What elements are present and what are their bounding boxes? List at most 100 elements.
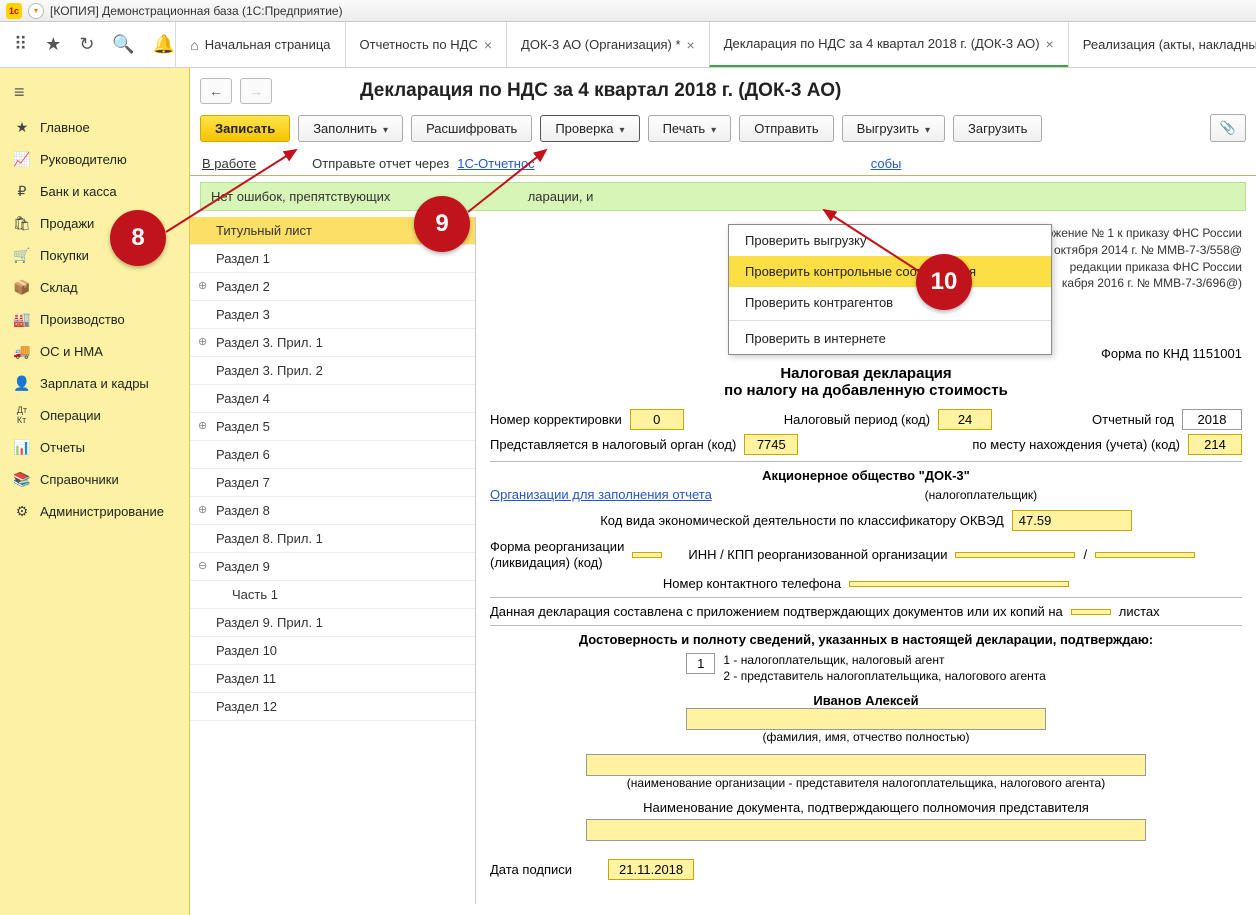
corr-value[interactable]: 0 [630,409,684,430]
tree-item[interactable]: ⊖ Раздел 9 [190,553,475,581]
body-split: Титульный лист Раздел 1 ⊕Раздел 2 Раздел… [190,217,1256,904]
tree-item[interactable]: Раздел 3. Прил. 2 [190,357,475,385]
signdate-value[interactable]: 21.11.2018 [608,859,694,880]
home-icon: ⌂ [190,37,198,53]
menu-check-export[interactable]: Проверить выгрузку [729,225,1051,256]
signdate-label: Дата подписи [490,862,572,877]
decrypt-button[interactable]: Расшифровать [411,115,532,142]
page-title: Декларация по НДС за 4 квартал 2018 г. (… [360,80,841,102]
tree-item[interactable]: Раздел 9. Прил. 1 [190,609,475,637]
nav-main[interactable]: ★Главное [0,111,189,143]
nav-stock[interactable]: 📦Склад [0,271,189,303]
load-button[interactable]: Загрузить [953,115,1042,142]
expand-icon[interactable]: ⊕ [198,419,207,432]
print-button[interactable]: Печать [648,115,732,142]
tree-item[interactable]: Раздел 4 [190,385,475,413]
write-button[interactable]: Записать [200,115,290,142]
expand-icon[interactable]: ⊕ [198,503,207,516]
reorg-kpp[interactable] [1095,552,1195,558]
menu-icon[interactable]: ≡ [0,74,189,111]
tab-label: ДОК-3 АО (Организация) * [521,37,681,52]
forward-button[interactable]: → [240,78,272,104]
tab-nds[interactable]: Отчетность по НДС× [345,22,507,67]
status-link2[interactable]: собы [871,156,902,171]
org-link[interactable]: Организации для заполнения отчета [490,487,712,502]
loc-value[interactable]: 214 [1188,434,1242,455]
apps-icon[interactable]: ⠿ [14,34,27,55]
tab-org[interactable]: ДОК-3 АО (Организация) * × [506,22,709,67]
tree-item[interactable]: Раздел 6 [190,441,475,469]
tree-item[interactable]: Раздел 8. Прил. 1 [190,525,475,553]
expand-icon[interactable]: ⊕ [198,279,207,292]
check-button[interactable]: Проверка [540,115,639,142]
close-icon[interactable]: × [687,37,695,53]
status-label[interactable]: В работе [202,156,256,171]
expand-icon[interactable]: ⊕ [198,335,207,348]
star-icon[interactable]: ★ [45,34,61,55]
ruble-icon: ₽ [14,183,30,199]
org-name: Акционерное общество "ДОК-3" [490,468,1242,483]
tree-item[interactable]: Раздел 11 [190,665,475,693]
tab-home[interactable]: ⌂Начальная страница [175,22,344,67]
pages-value[interactable] [1071,609,1111,615]
tree-item[interactable]: Раздел 3 [190,301,475,329]
nav-ref[interactable]: 📚Справочники [0,463,189,495]
nav-bank[interactable]: ₽ Банк и касса [0,175,189,207]
dropdown-icon[interactable]: ▾ [28,3,44,19]
history-icon[interactable]: ↻ [79,34,94,55]
menu-check-internet[interactable]: Проверить в интернете [729,323,1051,354]
rep-field[interactable] [586,754,1146,776]
fill-button[interactable]: Заполнить [298,115,403,142]
annotation-9: 9 [414,196,470,252]
header-row: ← → Декларация по НДС за 4 квартал 2018 … [190,68,1256,110]
tab-label: Реализация (акты, накладные) [1083,37,1256,52]
tab-real[interactable]: Реализация (акты, накладные) [1068,22,1256,67]
send-button[interactable]: Отправить [739,115,833,142]
back-button[interactable]: ← [200,78,232,104]
year-value[interactable]: 2018 [1182,409,1242,430]
nav-adm[interactable]: ⚙Администрирование [0,495,189,527]
nav-prod[interactable]: 🏭Производство [0,303,189,335]
bag-icon: 🛍 [14,215,30,231]
docrep-field[interactable] [586,819,1146,841]
close-icon[interactable]: × [1046,36,1054,52]
pages-label2: листах [1119,604,1160,619]
person-icon: 👤 [14,375,30,391]
tree-item[interactable]: Раздел 12 [190,693,475,721]
window-title: [КОПИЯ] Демонстрационная база (1С:Предпр… [50,4,343,18]
nav-sal[interactable]: 👤Зарплата и кадры [0,367,189,399]
reorg-code[interactable] [632,552,662,558]
tab-declaration[interactable]: Декларация по НДС за 4 квартал 2018 г. (… [709,22,1068,67]
tree-item[interactable]: ⊕Раздел 2 [190,273,475,301]
who-value[interactable]: 1 [686,653,715,674]
tree-item[interactable]: ⊕Раздел 3. Прил. 1 [190,329,475,357]
status-link1[interactable]: 1С-Отчетнос [457,156,534,171]
tree-item-child[interactable]: Часть 1 [190,581,475,609]
okved-value[interactable]: 47.59 [1012,510,1132,531]
menu-check-ratios[interactable]: Проверить контрольные соотношения [729,256,1051,287]
nav-rep[interactable]: 📊Отчеты [0,431,189,463]
top-strip: ⠿ ★ ↻ 🔍 🔔 ⌂Начальная страница Отчетность… [0,22,1256,68]
export-button[interactable]: Выгрузить [842,115,945,142]
period-value[interactable]: 24 [938,409,992,430]
tree-item[interactable]: ⊕Раздел 8 [190,497,475,525]
reorg-inn[interactable] [955,552,1075,558]
bell-icon[interactable]: 🔔 [153,34,175,55]
tree-label: Раздел 9 [216,559,270,574]
tree-item[interactable]: Раздел 7 [190,469,475,497]
fio-field[interactable] [686,708,1046,730]
nav-ops[interactable]: ДтКтОперации [0,399,189,431]
search-icon[interactable]: 🔍 [112,34,134,55]
close-icon[interactable]: × [484,37,492,53]
nav-label: Банк и касса [40,184,117,199]
phone-value[interactable] [849,581,1069,587]
nav-head[interactable]: 📈Руководителю [0,143,189,175]
menu-check-counterparties[interactable]: Проверить контрагентов [729,287,1051,318]
collapse-icon[interactable]: ⊖ [198,559,207,572]
tree-item[interactable]: Раздел 10 [190,637,475,665]
nav-label: Склад [40,280,78,295]
tree-item[interactable]: ⊕Раздел 5 [190,413,475,441]
attach-button[interactable]: 📎 [1210,114,1246,142]
nav-os[interactable]: 🚚ОС и НМА [0,335,189,367]
organ-value[interactable]: 7745 [744,434,798,455]
